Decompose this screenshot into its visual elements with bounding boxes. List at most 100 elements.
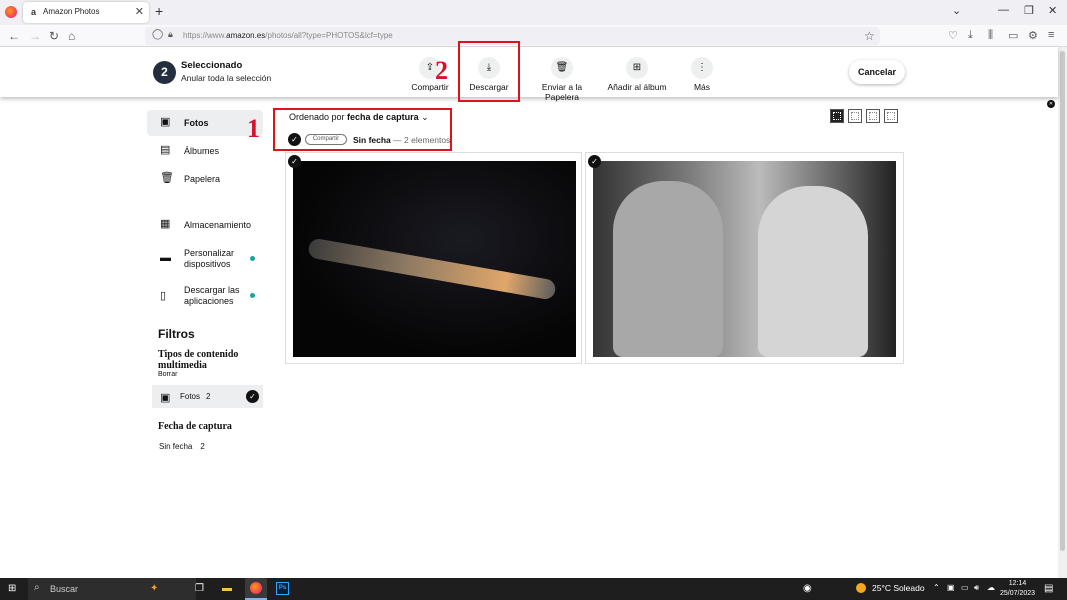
weather-widget[interactable]: 25°C Soleado [856,583,925,593]
annotation-number-1: 1 [247,114,260,143]
photo-tile[interactable]: ✓ [585,152,904,364]
cloud-icon[interactable]: ☁ [987,583,995,592]
add-to-album-label: Añadir al álbum [607,82,667,92]
close-window-icon[interactable]: ✕ [1048,4,1057,17]
selection-title: Seleccionado [181,60,243,71]
notifications-icon[interactable]: ▤ [1044,583,1053,594]
library-icon[interactable]: ⫼ [988,29,993,42]
reload-icon[interactable]: ↻ [49,29,59,43]
weather-text: 25°C Soleado [872,583,925,593]
new-indicator-dot [250,256,255,261]
sidebar-item-personalizar[interactable]: ▬ Personalizar dispositivos [147,248,263,272]
sidebar-icon[interactable]: ▭ [1008,29,1018,42]
new-tab-button[interactable]: + [155,3,163,19]
media-filter-label: Fotos [180,392,201,401]
phone-icon: ▯ [160,290,167,302]
page-scrollbar[interactable] [1058,47,1067,578]
sidebar-item-fotos[interactable]: ▣ Fotos [147,110,263,136]
sidebar-item-label: Almacenamiento [184,220,252,230]
view-list-button[interactable] [848,109,862,123]
albums-icon: ▤ [160,144,171,156]
windows-start-icon[interactable]: ⊞ [8,583,16,594]
minimize-icon[interactable]: — [998,4,1009,16]
highlight-box-sort [273,108,452,151]
checkmark-icon: ✓ [246,390,259,403]
tracking-shield-icon[interactable]: ◯ [152,29,163,40]
photos-icon: ▣ [160,392,171,404]
task-view-icon[interactable]: ❐ [195,583,204,594]
browser-nav-bar: ← → ↻ ⌂ ◯ 🔒︎ https://www.amazon.es/photo… [0,25,1067,47]
browser-tab-bar: a Amazon Photos ✕ + ⌄ — ❐ ✕ [0,0,1067,25]
network-icon[interactable]: ▭ [961,583,969,592]
more-label: Más [693,82,711,92]
photoshop-icon[interactable]: Ps [276,582,289,595]
browser-tab[interactable]: a Amazon Photos ✕ [23,2,149,23]
back-icon[interactable]: ← [8,29,20,43]
file-explorer-icon[interactable]: ▬ [222,583,232,594]
firefox-menu-icon[interactable] [5,6,17,18]
media-filter-fotos[interactable]: ▣ Fotos 2 ✓ [152,385,263,408]
view-grid-button[interactable] [866,109,880,123]
windows-taskbar: ⊞ ⌕ Buscar ✦ ❐ ▬ Ps ◉ 25°C Soleado ⌃ ▣ ▭… [0,578,1067,600]
taskbar-clock[interactable]: 12:14 25/07/2023 [1000,579,1035,599]
taskbar-search-placeholder: Buscar [50,584,79,594]
clock-date: 25/07/2023 [1000,590,1036,597]
highlight-box-download [458,41,520,102]
maximize-icon[interactable]: ❐ [1024,4,1034,17]
tray-app-icon[interactable]: ▣ [947,583,955,592]
view-large-button[interactable] [830,109,844,123]
date-filter-sin-fecha[interactable]: Sin fecha 2 [159,442,205,451]
date-filter-label: Sin fecha [159,442,193,451]
app-menu-icon[interactable]: ≡ [1048,29,1054,41]
extensions-icon[interactable]: ⚙ [1028,29,1038,42]
lock-icon[interactable]: 🔒︎ [168,29,173,40]
sidebar-item-descargar-apps[interactable]: ▯ Descargar las aplicaciones [147,285,263,309]
more-icon: ⋮ [691,57,713,79]
filters-heading: Filtros [158,327,195,341]
photo-selected-checkmark[interactable]: ✓ [588,155,601,168]
selection-count-badge: 2 [153,61,176,84]
tab-title: Amazon Photos [43,7,100,16]
deselect-all-link[interactable]: Anular toda la selección [181,73,271,83]
send-to-trash-button[interactable]: 🗑︎ Enviar a la Papelera [524,57,600,102]
new-indicator-dot [250,293,255,298]
url-text[interactable]: https://www.amazon.es/photos/all?type=PH… [183,31,393,40]
close-icon[interactable]: ✕ [1047,100,1055,108]
sidebar-item-papelera[interactable]: 🗑︎ Papelera [147,166,263,192]
photo-image [593,161,896,357]
photo-image [293,161,576,357]
search-highlight-icon: ✦ [150,583,159,594]
taskbar-search[interactable]: ⌕ Buscar [28,578,196,600]
view-small-grid-button[interactable] [884,109,898,123]
photo-tile[interactable]: ✓ [285,152,582,364]
cancel-button[interactable]: Cancelar [849,60,905,84]
capture-date-heading: Fecha de captura [158,421,232,432]
media-filter-count: 2 [206,392,211,401]
home-icon[interactable]: ⌂ [68,29,75,43]
bookmark-star-icon[interactable]: ☆ [864,29,875,43]
trash-icon: 🗑︎ [551,57,573,79]
taskbar-firefox-button[interactable] [245,578,267,600]
volume-icon[interactable]: 🔊︎ [974,583,979,593]
photo-selected-checkmark[interactable]: ✓ [288,155,301,168]
pocket-icon[interactable]: ♡ [948,29,958,42]
downloads-icon[interactable]: ⤓ [968,29,973,42]
close-tab-icon[interactable]: ✕ [135,5,144,18]
tray-chevron-icon[interactable]: ⌃ [933,583,940,592]
device-icon: ▬ [160,252,171,264]
forward-icon[interactable]: → [29,29,41,43]
add-album-icon: ⊞ [626,57,648,79]
date-filter-count: 2 [200,442,205,451]
trash-icon: 🗑︎ [160,172,174,184]
firefox-icon [250,582,262,594]
list-tabs-icon[interactable]: ⌄ [952,4,961,17]
add-to-album-button[interactable]: ⊞ Añadir al álbum [605,57,669,92]
annotation-number-2: 2 [435,56,448,85]
meet-icon[interactable]: ◉ [803,583,812,594]
sidebar-item-almacenamiento[interactable]: ▦ Almacenamiento [147,212,263,238]
sidebar-item-albumes[interactable]: ▤ Álbumes [147,138,263,164]
photos-icon: ▣ [160,116,171,128]
sun-icon [856,583,866,593]
more-button[interactable]: ⋮ Más [688,57,716,92]
clear-filters-link[interactable]: Borrar [158,371,177,378]
